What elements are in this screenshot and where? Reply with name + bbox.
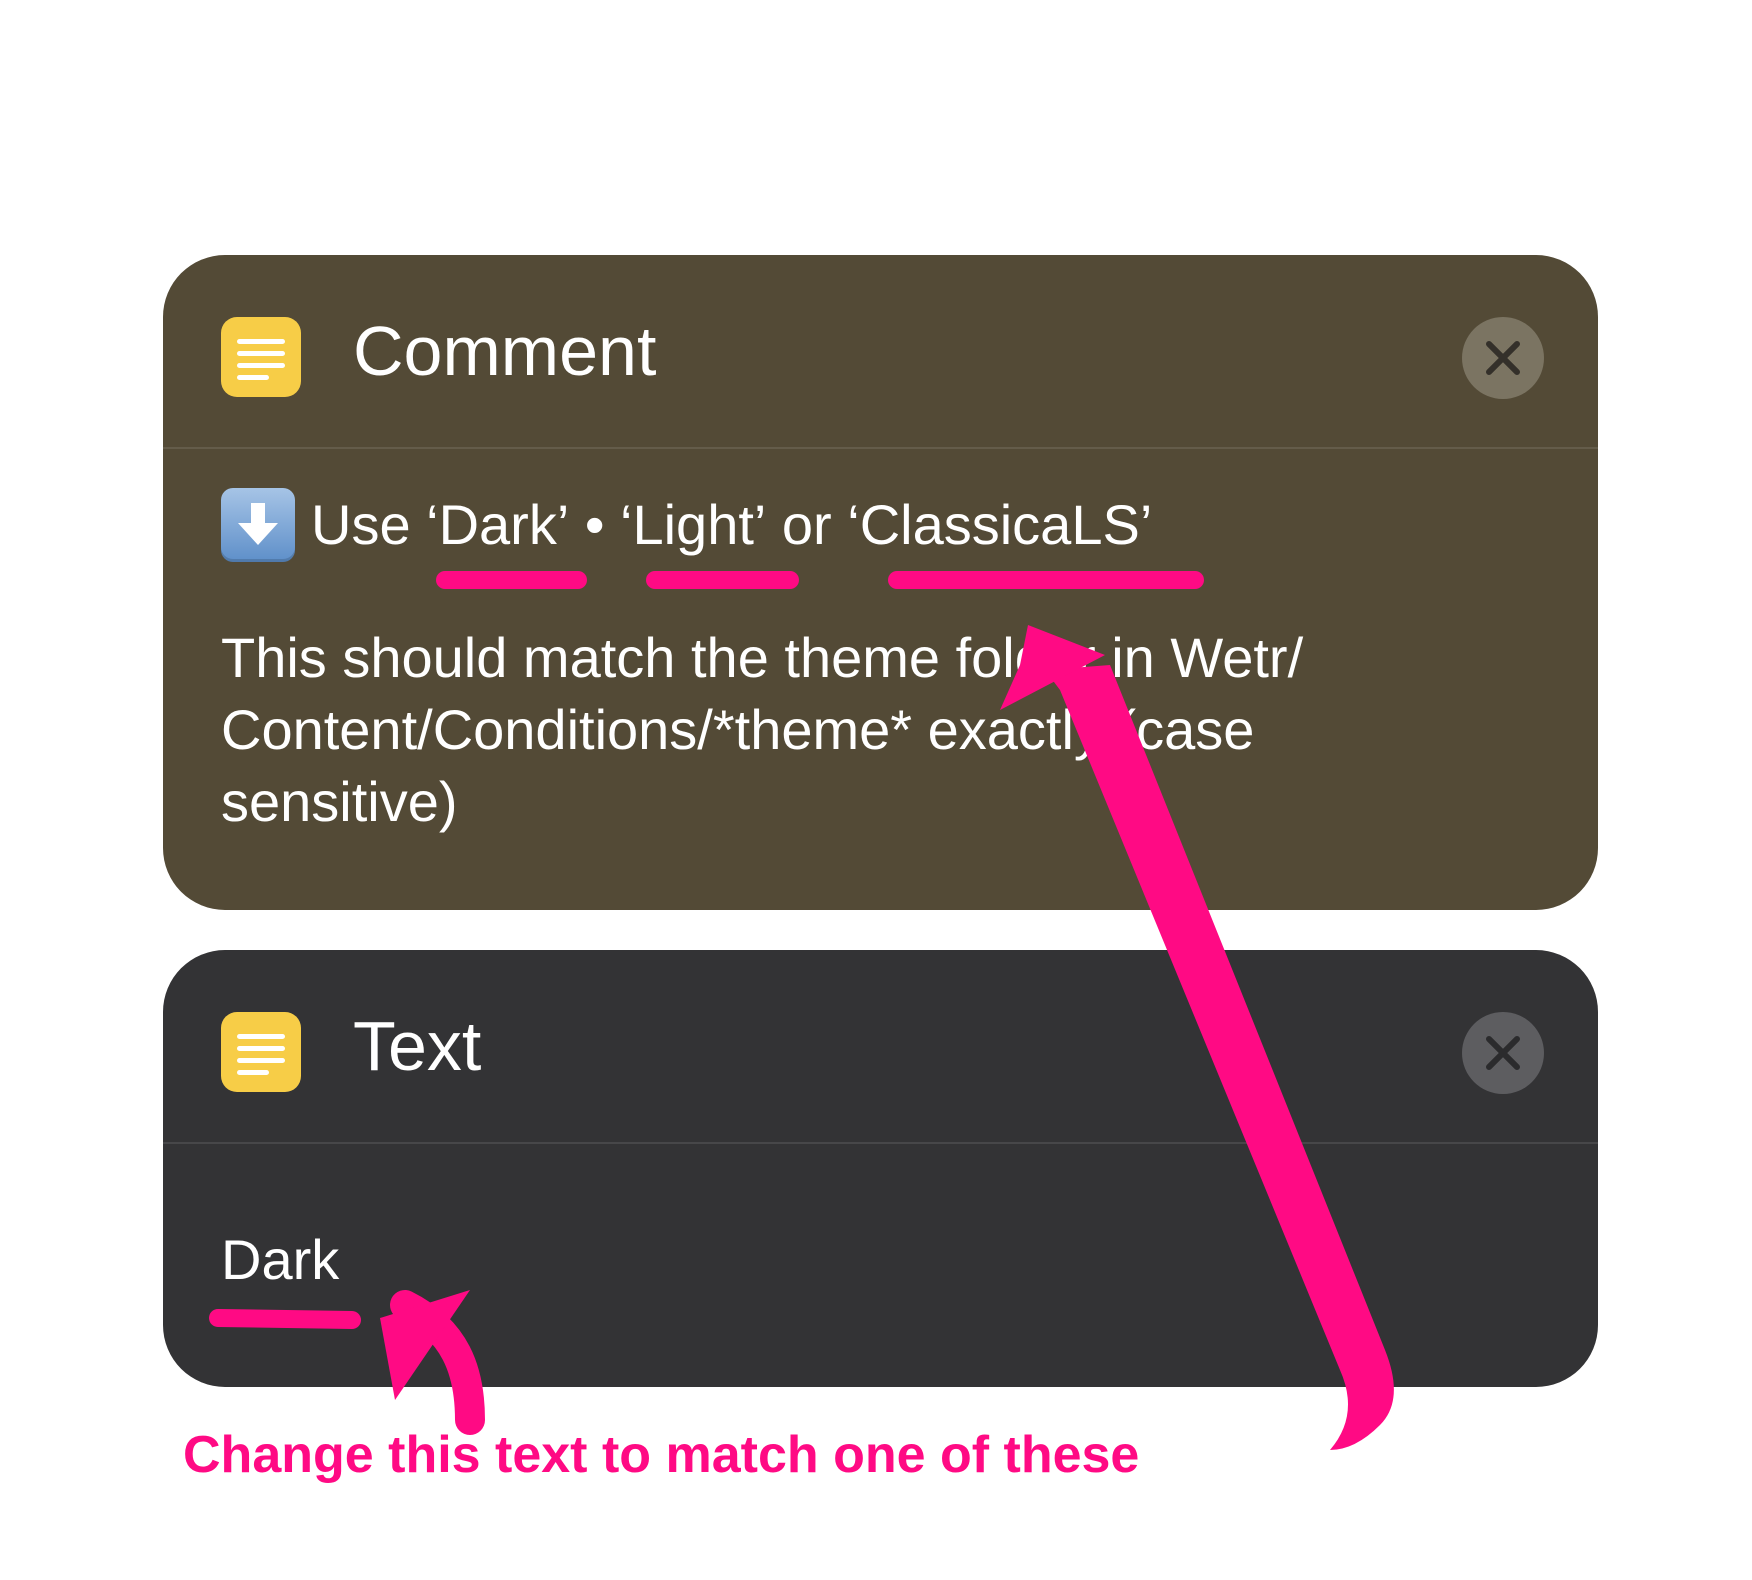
long-arrow (1000, 625, 1394, 1450)
annotation-overlay (209, 571, 1394, 1450)
annotation-label: Change this text to match one of these (183, 1426, 1140, 1484)
underline-text-value (209, 1309, 361, 1329)
